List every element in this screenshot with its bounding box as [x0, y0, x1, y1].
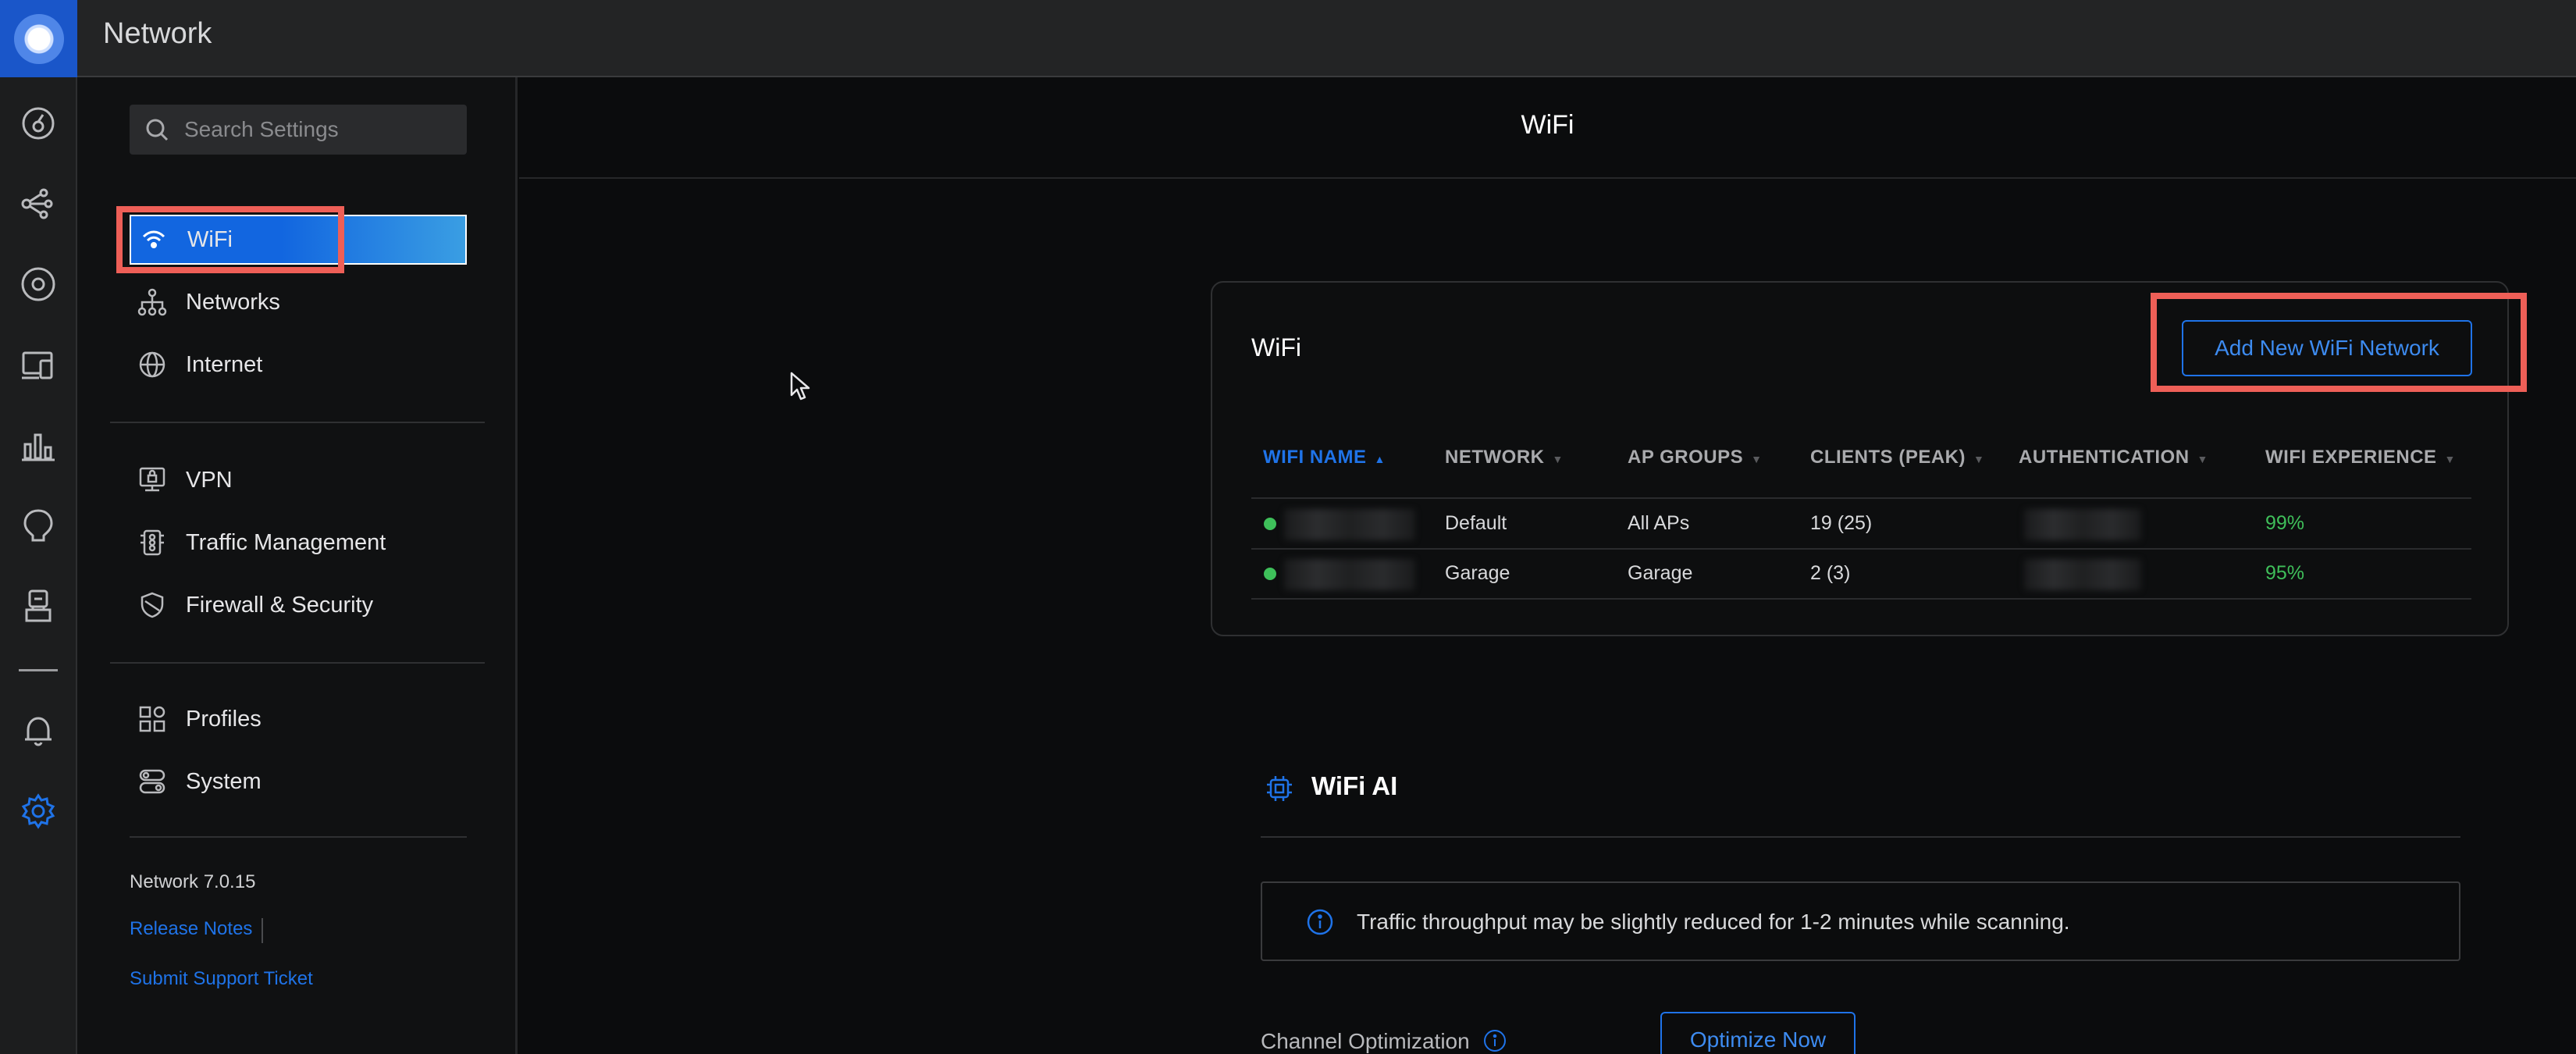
logo-icon [13, 13, 64, 64]
optimize-now-button[interactable]: Optimize Now [1660, 1012, 1856, 1054]
rail-divider [19, 669, 58, 671]
card-title: WiFi [1251, 333, 1301, 361]
left-rail [0, 77, 77, 1054]
search-icon [146, 119, 169, 141]
blurred-wifi-name [1284, 559, 1415, 590]
table-header-divider [1251, 497, 2471, 499]
blurred-authentication [2024, 509, 2141, 540]
cell-wifi-experience: 99% [2265, 512, 2305, 534]
insights-icon[interactable] [19, 506, 58, 545]
search-input[interactable] [184, 105, 457, 155]
sort-down-icon: ▼ [1751, 453, 1763, 465]
settings-icon[interactable] [19, 792, 58, 831]
firewall-icon [137, 590, 167, 620]
blurred-authentication [2024, 559, 2141, 590]
channel-optimization-label: Channel Optimization [1261, 1029, 1470, 1053]
sidebar-item-label: Traffic Management [186, 529, 386, 555]
sidebar-item-networks[interactable]: Networks [130, 277, 467, 327]
statistics-icon[interactable] [19, 426, 58, 465]
notifications-icon[interactable] [19, 711, 58, 750]
info-icon [1307, 909, 1333, 935]
sort-down-icon: ▼ [2197, 453, 2208, 465]
wifi-ai-title: WiFi AI [1311, 771, 1398, 800]
sidebar-item-label: System [186, 768, 262, 794]
globe-icon [137, 350, 167, 379]
sidebar-divider [110, 422, 485, 423]
devices-icon[interactable] [19, 265, 58, 304]
cell-ap-groups: Garage [1628, 562, 1693, 584]
vpn-icon [137, 465, 167, 495]
dashboard-icon[interactable] [19, 104, 58, 143]
sidebar-item-label: Networks [186, 289, 280, 315]
chip-icon [1267, 776, 1292, 801]
sidebar-item-label: Internet [186, 351, 263, 377]
mouse-cursor-icon [790, 372, 810, 401]
sidebar-item-profiles[interactable]: Profiles [130, 694, 467, 744]
profiles-icon [137, 704, 167, 734]
sidebar-item-label: VPN [186, 467, 233, 493]
sidebar-item-traffic-management[interactable]: Traffic Management [130, 518, 467, 568]
release-notes-link[interactable]: Release Notes [130, 918, 252, 940]
page-title: WiFi [1521, 110, 1574, 140]
column-header-authentication[interactable]: AUTHENTICATION ▼ [2019, 447, 2208, 478]
sidebar-item-label: Profiles [186, 706, 262, 732]
main-header: WiFi [519, 77, 2576, 179]
status-dot [1264, 518, 1276, 530]
sidebar-divider [130, 836, 467, 838]
sidebar-item-firewall-security[interactable]: Firewall & Security [130, 580, 467, 630]
wifi-highlight-box [116, 206, 344, 273]
submit-support-ticket-link[interactable]: Submit Support Ticket [130, 968, 313, 990]
row-divider [1251, 548, 2471, 550]
cell-clients: 2 (3) [1810, 562, 1851, 584]
cell-ap-groups: All APs [1628, 512, 1690, 534]
sort-down-icon: ▼ [2444, 453, 2456, 465]
blurred-wifi-name [1284, 509, 1415, 540]
unifi-logo[interactable] [0, 0, 77, 77]
status-dot [1264, 568, 1276, 580]
section-divider [1261, 836, 2460, 838]
sort-up-icon: ▲ [1374, 453, 1386, 465]
system-icon [137, 767, 167, 796]
cell-network: Default [1445, 512, 1507, 534]
sidebar-item-label: Firewall & Security [186, 592, 374, 618]
link-separator [262, 918, 263, 943]
info-icon[interactable] [1483, 1029, 1507, 1052]
search-box[interactable] [130, 105, 467, 155]
column-header-network[interactable]: NETWORK ▼ [1445, 447, 1564, 478]
cell-network: Garage [1445, 562, 1510, 584]
version-label: Network 7.0.15 [130, 871, 256, 892]
client-devices-icon[interactable] [19, 345, 58, 384]
cell-wifi-experience: 95% [2265, 562, 2305, 584]
traffic-management-icon [137, 528, 167, 557]
networks-icon [137, 287, 167, 317]
column-header-wifi-experience[interactable]: WIFI EXPERIENCE ▼ [2265, 447, 2456, 478]
add-network-highlight-box [2151, 293, 2527, 392]
app-title: Network [103, 17, 212, 50]
column-header-clients-peak[interactable]: CLIENTS (PEAK) ▼ [1810, 447, 1984, 478]
sort-down-icon: ▼ [1973, 453, 1985, 465]
sort-down-icon: ▼ [1552, 453, 1564, 465]
sidebar-divider [110, 662, 485, 664]
sidebar-item-system[interactable]: System [130, 757, 467, 807]
info-text: Traffic throughput may be slightly reduc… [1357, 910, 2070, 934]
column-header-wifi-name[interactable]: WIFI NAME ▲ [1263, 447, 1386, 478]
row-divider [1251, 598, 2471, 600]
info-banner: Traffic throughput may be slightly reduc… [1261, 881, 2460, 961]
topology-icon[interactable] [19, 184, 58, 223]
system-log-icon[interactable] [19, 586, 58, 625]
sidebar-item-vpn[interactable]: VPN [130, 455, 467, 505]
top-bar: Network [0, 0, 2576, 77]
column-header-ap-groups[interactable]: AP GROUPS ▼ [1628, 447, 1762, 478]
cell-clients: 19 (25) [1810, 512, 1873, 534]
sidebar-item-internet[interactable]: Internet [130, 340, 467, 390]
